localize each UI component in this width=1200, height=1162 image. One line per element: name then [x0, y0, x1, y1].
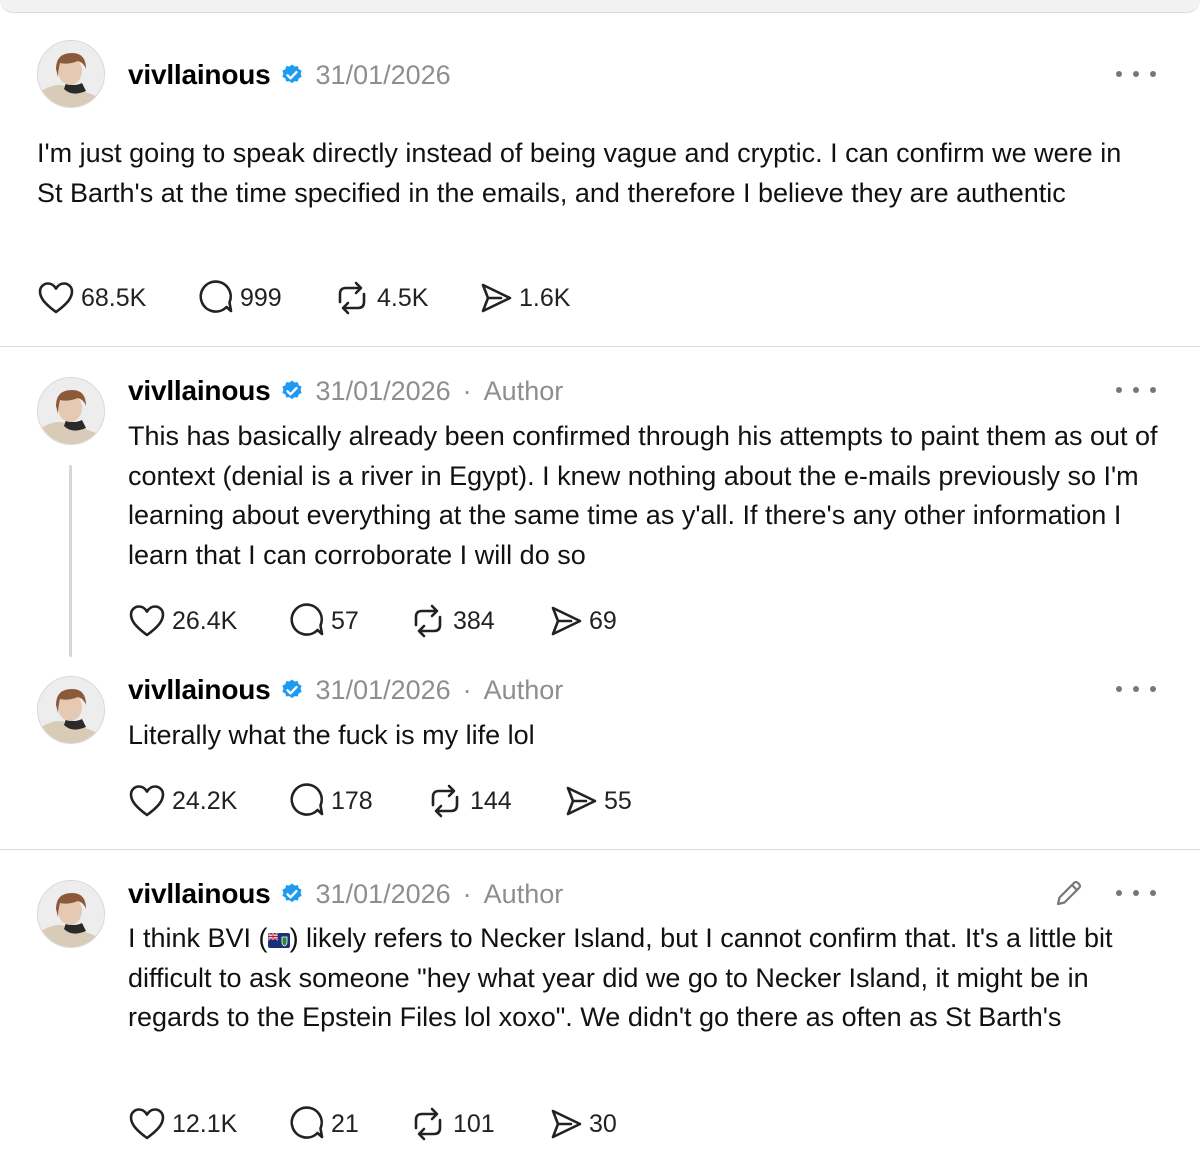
author-tag: Author [483, 878, 564, 909]
send-icon [551, 1109, 582, 1139]
reply-icon [199, 280, 233, 313]
more-options-icon[interactable] [1116, 380, 1156, 400]
share-button[interactable]: 30 [549, 1107, 659, 1141]
action-bar: 24.2K 178 144 55 [128, 781, 674, 821]
verified-badge-icon [280, 678, 304, 702]
post-header: vivllainous 31/01/2026 · Author [128, 371, 563, 411]
repost-button[interactable]: 144 [426, 783, 564, 819]
share-count: 1.6K [519, 283, 571, 312]
repost-icon [414, 1107, 442, 1141]
like-count: 68.5K [81, 283, 147, 312]
british-virgin-islands-flag-icon [267, 933, 290, 948]
reply-icon [290, 783, 324, 816]
repost-icon [414, 604, 442, 638]
action-bar: 12.1K 21 101 30 [128, 1104, 659, 1144]
verified-badge-icon [280, 63, 304, 87]
post-text-part: I think BVI ( [128, 923, 268, 953]
action-bar: 26.4K 57 384 69 [128, 601, 659, 641]
reply-count: 999 [240, 283, 282, 312]
avatar[interactable] [37, 676, 105, 744]
post-date[interactable]: 31/01/2026 [316, 376, 451, 407]
more-options-icon[interactable] [1116, 883, 1156, 903]
share-count: 69 [589, 606, 617, 635]
share-button[interactable]: 1.6K [479, 281, 599, 315]
reply-button[interactable]: 57 [289, 603, 409, 639]
more-options-icon[interactable] [1116, 64, 1156, 84]
post-reply: vivllainous 31/01/2026 · Author Literall… [0, 657, 1200, 849]
reply-button[interactable]: 999 [198, 280, 333, 316]
heart-icon [129, 1108, 165, 1140]
like-button[interactable]: 26.4K [128, 604, 289, 638]
heart-icon [38, 282, 74, 314]
send-icon [481, 283, 512, 313]
post-date[interactable]: 31/01/2026 [316, 675, 451, 706]
repost-count: 101 [453, 1109, 495, 1138]
post-reply: vivllainous 31/01/2026 · Author This has… [0, 347, 1200, 657]
heart-icon [129, 605, 165, 637]
post-text: I think BVI () likely refers to Necker I… [128, 919, 1168, 1038]
share-button[interactable]: 69 [549, 604, 659, 638]
verified-badge-icon [280, 882, 304, 906]
separator-dot: · [462, 674, 472, 705]
reply-button[interactable]: 21 [289, 1106, 409, 1142]
verified-badge-icon [280, 379, 304, 403]
post-date[interactable]: 31/01/2026 [316, 879, 451, 910]
post-text: This has basically already been confirme… [128, 421, 1158, 570]
reply-button[interactable]: 178 [289, 783, 426, 819]
author-tag: Author [483, 674, 564, 705]
share-button[interactable]: 55 [564, 784, 674, 818]
post-text: Literally what the fuck is my life lol [128, 720, 535, 750]
repost-count: 384 [453, 606, 495, 635]
send-icon [566, 786, 597, 816]
repost-button[interactable]: 101 [409, 1106, 549, 1142]
like-count: 12.1K [172, 1109, 238, 1138]
post-main: vivllainous 31/01/2026 I'm just going to… [0, 0, 1200, 346]
like-count: 26.4K [172, 606, 238, 635]
like-count: 24.2K [172, 786, 238, 815]
post-header: vivllainous 31/01/2026 · Author [128, 874, 563, 914]
post-header: vivllainous 31/01/2026 [128, 55, 451, 95]
avatar[interactable] [37, 377, 105, 445]
post-date[interactable]: 31/01/2026 [316, 60, 451, 91]
heart-icon [129, 785, 165, 817]
avatar[interactable] [37, 40, 105, 108]
author-tag: Author [483, 375, 564, 406]
reply-icon [290, 1106, 324, 1139]
action-bar: 68.5K 999 4.5K 1.6K [37, 278, 599, 318]
reply-count: 178 [331, 786, 373, 815]
like-button[interactable]: 12.1K [128, 1107, 289, 1141]
reply-count: 21 [331, 1109, 359, 1138]
thread-line [69, 465, 72, 657]
separator-dot: · [462, 375, 472, 406]
repost-icon [431, 784, 459, 818]
edit-pencil-icon[interactable] [1052, 878, 1084, 910]
post-reply: vivllainous 31/01/2026 · Author I think … [0, 850, 1200, 1162]
avatar[interactable] [37, 880, 105, 948]
username[interactable]: vivllainous [128, 674, 271, 706]
post-text: I'm just going to speak directly instead… [37, 138, 1122, 208]
repost-button[interactable]: 4.5K [333, 280, 479, 316]
post-header: vivllainous 31/01/2026 · Author [128, 670, 563, 710]
username[interactable]: vivllainous [128, 59, 271, 91]
repost-count: 4.5K [377, 283, 429, 312]
send-icon [551, 606, 582, 636]
like-button[interactable]: 24.2K [128, 784, 289, 818]
repost-icon [338, 281, 366, 315]
username[interactable]: vivllainous [128, 375, 271, 407]
share-count: 55 [604, 786, 632, 815]
username[interactable]: vivllainous [128, 878, 271, 910]
reply-icon [290, 603, 324, 636]
share-count: 30 [589, 1109, 617, 1138]
separator-dot: · [462, 878, 472, 909]
repost-count: 144 [470, 786, 512, 815]
like-button[interactable]: 68.5K [37, 281, 198, 315]
reply-count: 57 [331, 606, 359, 635]
repost-button[interactable]: 384 [409, 603, 549, 639]
more-options-icon[interactable] [1116, 679, 1156, 699]
